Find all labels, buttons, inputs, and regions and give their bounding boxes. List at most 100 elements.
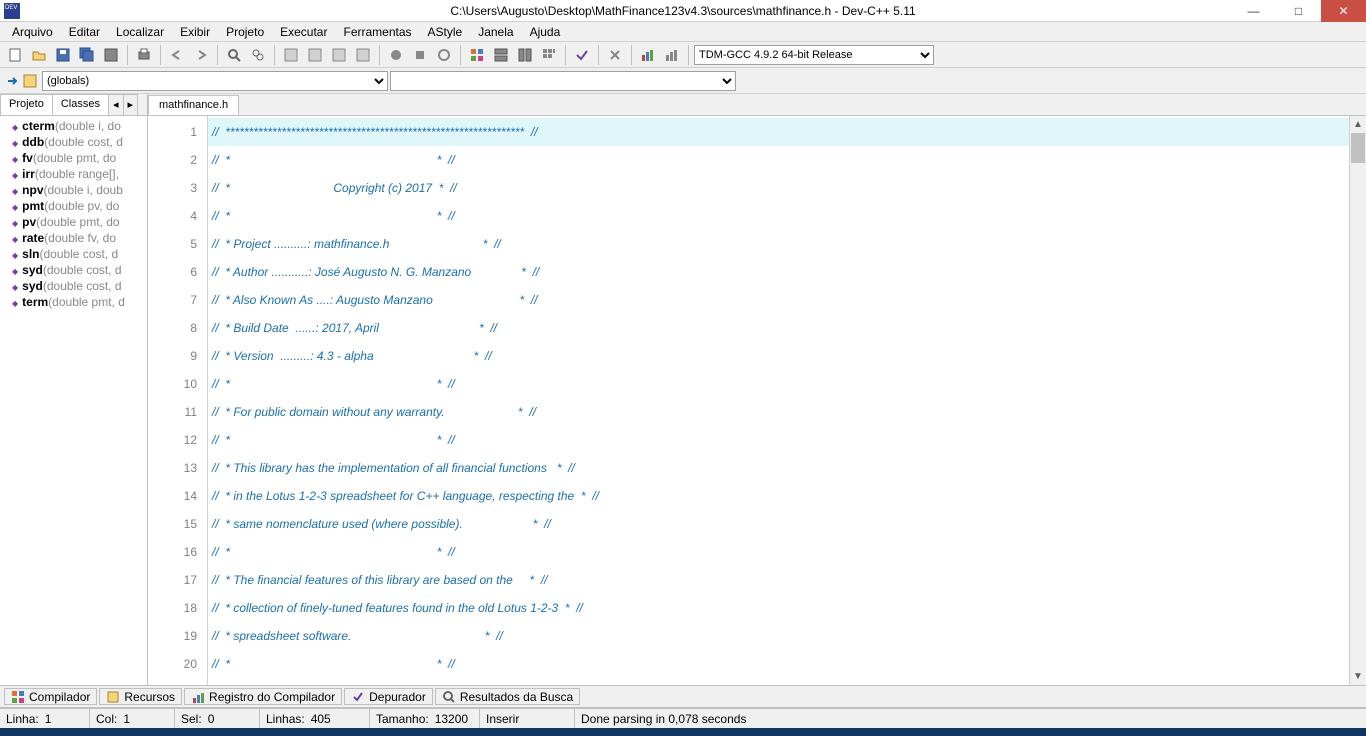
class-item[interactable]: ◆fv (double pmt, do	[2, 150, 145, 166]
tab-depurador[interactable]: Depurador	[344, 688, 433, 705]
menu-editar[interactable]: Editar	[61, 23, 108, 41]
compile-run-button[interactable]	[328, 44, 350, 66]
sidebar: Projeto Classes ◂ ▸ ◆cterm (double i, do…	[0, 94, 148, 685]
tab-depurador-label: Depurador	[369, 690, 426, 704]
tab-next[interactable]: ▸	[123, 94, 139, 115]
class-item[interactable]: ◆npv (double i, doub	[2, 182, 145, 198]
save-as-button[interactable]	[100, 44, 122, 66]
tab-compilador-label: Compilador	[29, 690, 90, 704]
tab-prev[interactable]: ◂	[108, 94, 124, 115]
undo-button[interactable]	[166, 44, 188, 66]
grid2-button[interactable]	[490, 44, 512, 66]
cancel-button[interactable]	[604, 44, 626, 66]
grid1-button[interactable]	[466, 44, 488, 66]
class-item[interactable]: ◆rate (double fv, do	[2, 230, 145, 246]
print-button[interactable]	[133, 44, 155, 66]
menu-exibir[interactable]: Exibir	[172, 23, 218, 41]
close-button[interactable]: ✕	[1321, 0, 1366, 22]
debug-button[interactable]	[385, 44, 407, 66]
class-item[interactable]: ◆ddb (double cost, d	[2, 134, 145, 150]
main-toolbar: TDM-GCC 4.9.2 64-bit Release	[0, 42, 1366, 68]
status-msg: Done parsing in 0,078 seconds	[575, 709, 1366, 728]
tab-busca[interactable]: Resultados da Busca	[435, 688, 580, 705]
menu-janela[interactable]: Janela	[470, 23, 521, 41]
class-item[interactable]: ◆pv (double pmt, do	[2, 214, 145, 230]
class-item[interactable]: ◆irr (double range[],	[2, 166, 145, 182]
vertical-scrollbar[interactable]: ▲ ▼	[1349, 116, 1366, 685]
grid4-button[interactable]	[538, 44, 560, 66]
tab-registro[interactable]: Registro do Compilador	[184, 688, 342, 705]
menu-localizar[interactable]: Localizar	[108, 23, 172, 41]
class-item[interactable]: ◆sln (double cost, d	[2, 246, 145, 262]
scroll-thumb[interactable]	[1351, 133, 1365, 163]
compile-button[interactable]	[280, 44, 302, 66]
scroll-down-icon[interactable]: ▼	[1350, 668, 1366, 685]
bookmark-button[interactable]	[22, 73, 38, 89]
grid-icon	[11, 690, 25, 704]
title-bar: C:\Users\Augusto\Desktop\MathFinance123v…	[0, 0, 1366, 22]
window-controls: — □ ✕	[1231, 0, 1366, 22]
editor-tab-mathfinance[interactable]: mathfinance.h	[148, 95, 239, 115]
scroll-up-icon[interactable]: ▲	[1350, 116, 1366, 133]
menu-ajuda[interactable]: Ajuda	[522, 23, 569, 41]
menu-projeto[interactable]: Projeto	[218, 23, 272, 41]
tab-compilador[interactable]: Compilador	[4, 688, 97, 705]
new-file-button[interactable]	[4, 44, 26, 66]
debug-icon	[351, 690, 365, 704]
save-button[interactable]	[52, 44, 74, 66]
tab-projeto[interactable]: Projeto	[0, 94, 53, 115]
open-button[interactable]	[28, 44, 50, 66]
menu-ferramentas[interactable]: Ferramentas	[335, 23, 419, 41]
editor-area: mathfinance.h 12345678910111213141516171…	[148, 94, 1366, 685]
class-item[interactable]: ◆syd (double cost, d	[2, 278, 145, 294]
status-tamanho: Tamanho:13200	[370, 709, 480, 728]
class-item[interactable]: ◆cterm (double i, do	[2, 118, 145, 134]
redo-button[interactable]	[190, 44, 212, 66]
main-area: Projeto Classes ◂ ▸ ◆cterm (double i, do…	[0, 94, 1366, 685]
member-select[interactable]	[390, 71, 736, 91]
grid3-button[interactable]	[514, 44, 536, 66]
app-icon	[4, 3, 20, 19]
class-list[interactable]: ◆cterm (double i, do◆ddb (double cost, d…	[0, 116, 147, 685]
bottom-panel: Compilador Recursos Registro do Compilad…	[0, 685, 1366, 728]
menu-astyle[interactable]: AStyle	[420, 23, 471, 41]
status-sel: Sel:0	[175, 709, 260, 728]
save-all-button[interactable]	[76, 44, 98, 66]
status-linhas: Linhas:405	[260, 709, 370, 728]
class-item[interactable]: ◆term (double pmt, d	[2, 294, 145, 310]
run-button[interactable]	[304, 44, 326, 66]
search-icon	[442, 690, 456, 704]
replace-button[interactable]	[247, 44, 269, 66]
tab-registro-label: Registro do Compilador	[209, 690, 335, 704]
line-gutter: 1234567891011121314151617181920	[148, 116, 208, 685]
class-item[interactable]: ◆pmt (double pv, do	[2, 198, 145, 214]
class-item[interactable]: ◆syd (double cost, d	[2, 262, 145, 278]
chart2-button[interactable]	[661, 44, 683, 66]
resource-icon	[106, 690, 120, 704]
stop-button[interactable]	[409, 44, 431, 66]
window-title: C:\Users\Augusto\Desktop\MathFinance123v…	[450, 4, 915, 18]
status-col: Col:1	[90, 709, 175, 728]
log-icon	[191, 690, 205, 704]
code-container: 1234567891011121314151617181920 // *****…	[148, 116, 1366, 685]
compiler-select[interactable]: TDM-GCC 4.9.2 64-bit Release	[694, 45, 934, 65]
chart1-button[interactable]	[637, 44, 659, 66]
check-button[interactable]	[571, 44, 593, 66]
menu-arquivo[interactable]: Arquivo	[4, 23, 61, 41]
goto-button[interactable]	[4, 73, 20, 89]
tab-recursos[interactable]: Recursos	[99, 688, 182, 705]
minimize-button[interactable]: —	[1231, 0, 1276, 22]
profile-button[interactable]	[433, 44, 455, 66]
tab-classes[interactable]: Classes	[52, 94, 109, 115]
find-button[interactable]	[223, 44, 245, 66]
os-taskbar	[0, 728, 1366, 736]
maximize-button[interactable]: □	[1276, 0, 1321, 22]
status-linha: Linha:1	[0, 709, 90, 728]
code-editor[interactable]: // *************************************…	[208, 116, 1349, 685]
menu-executar[interactable]: Executar	[272, 23, 335, 41]
bottom-tabs: Compilador Recursos Registro do Compilad…	[0, 686, 1366, 708]
editor-tabs: mathfinance.h	[148, 94, 1366, 116]
rebuild-button[interactable]	[352, 44, 374, 66]
menu-bar: Arquivo Editar Localizar Exibir Projeto …	[0, 22, 1366, 42]
scope-select[interactable]: (globals)	[42, 71, 388, 91]
